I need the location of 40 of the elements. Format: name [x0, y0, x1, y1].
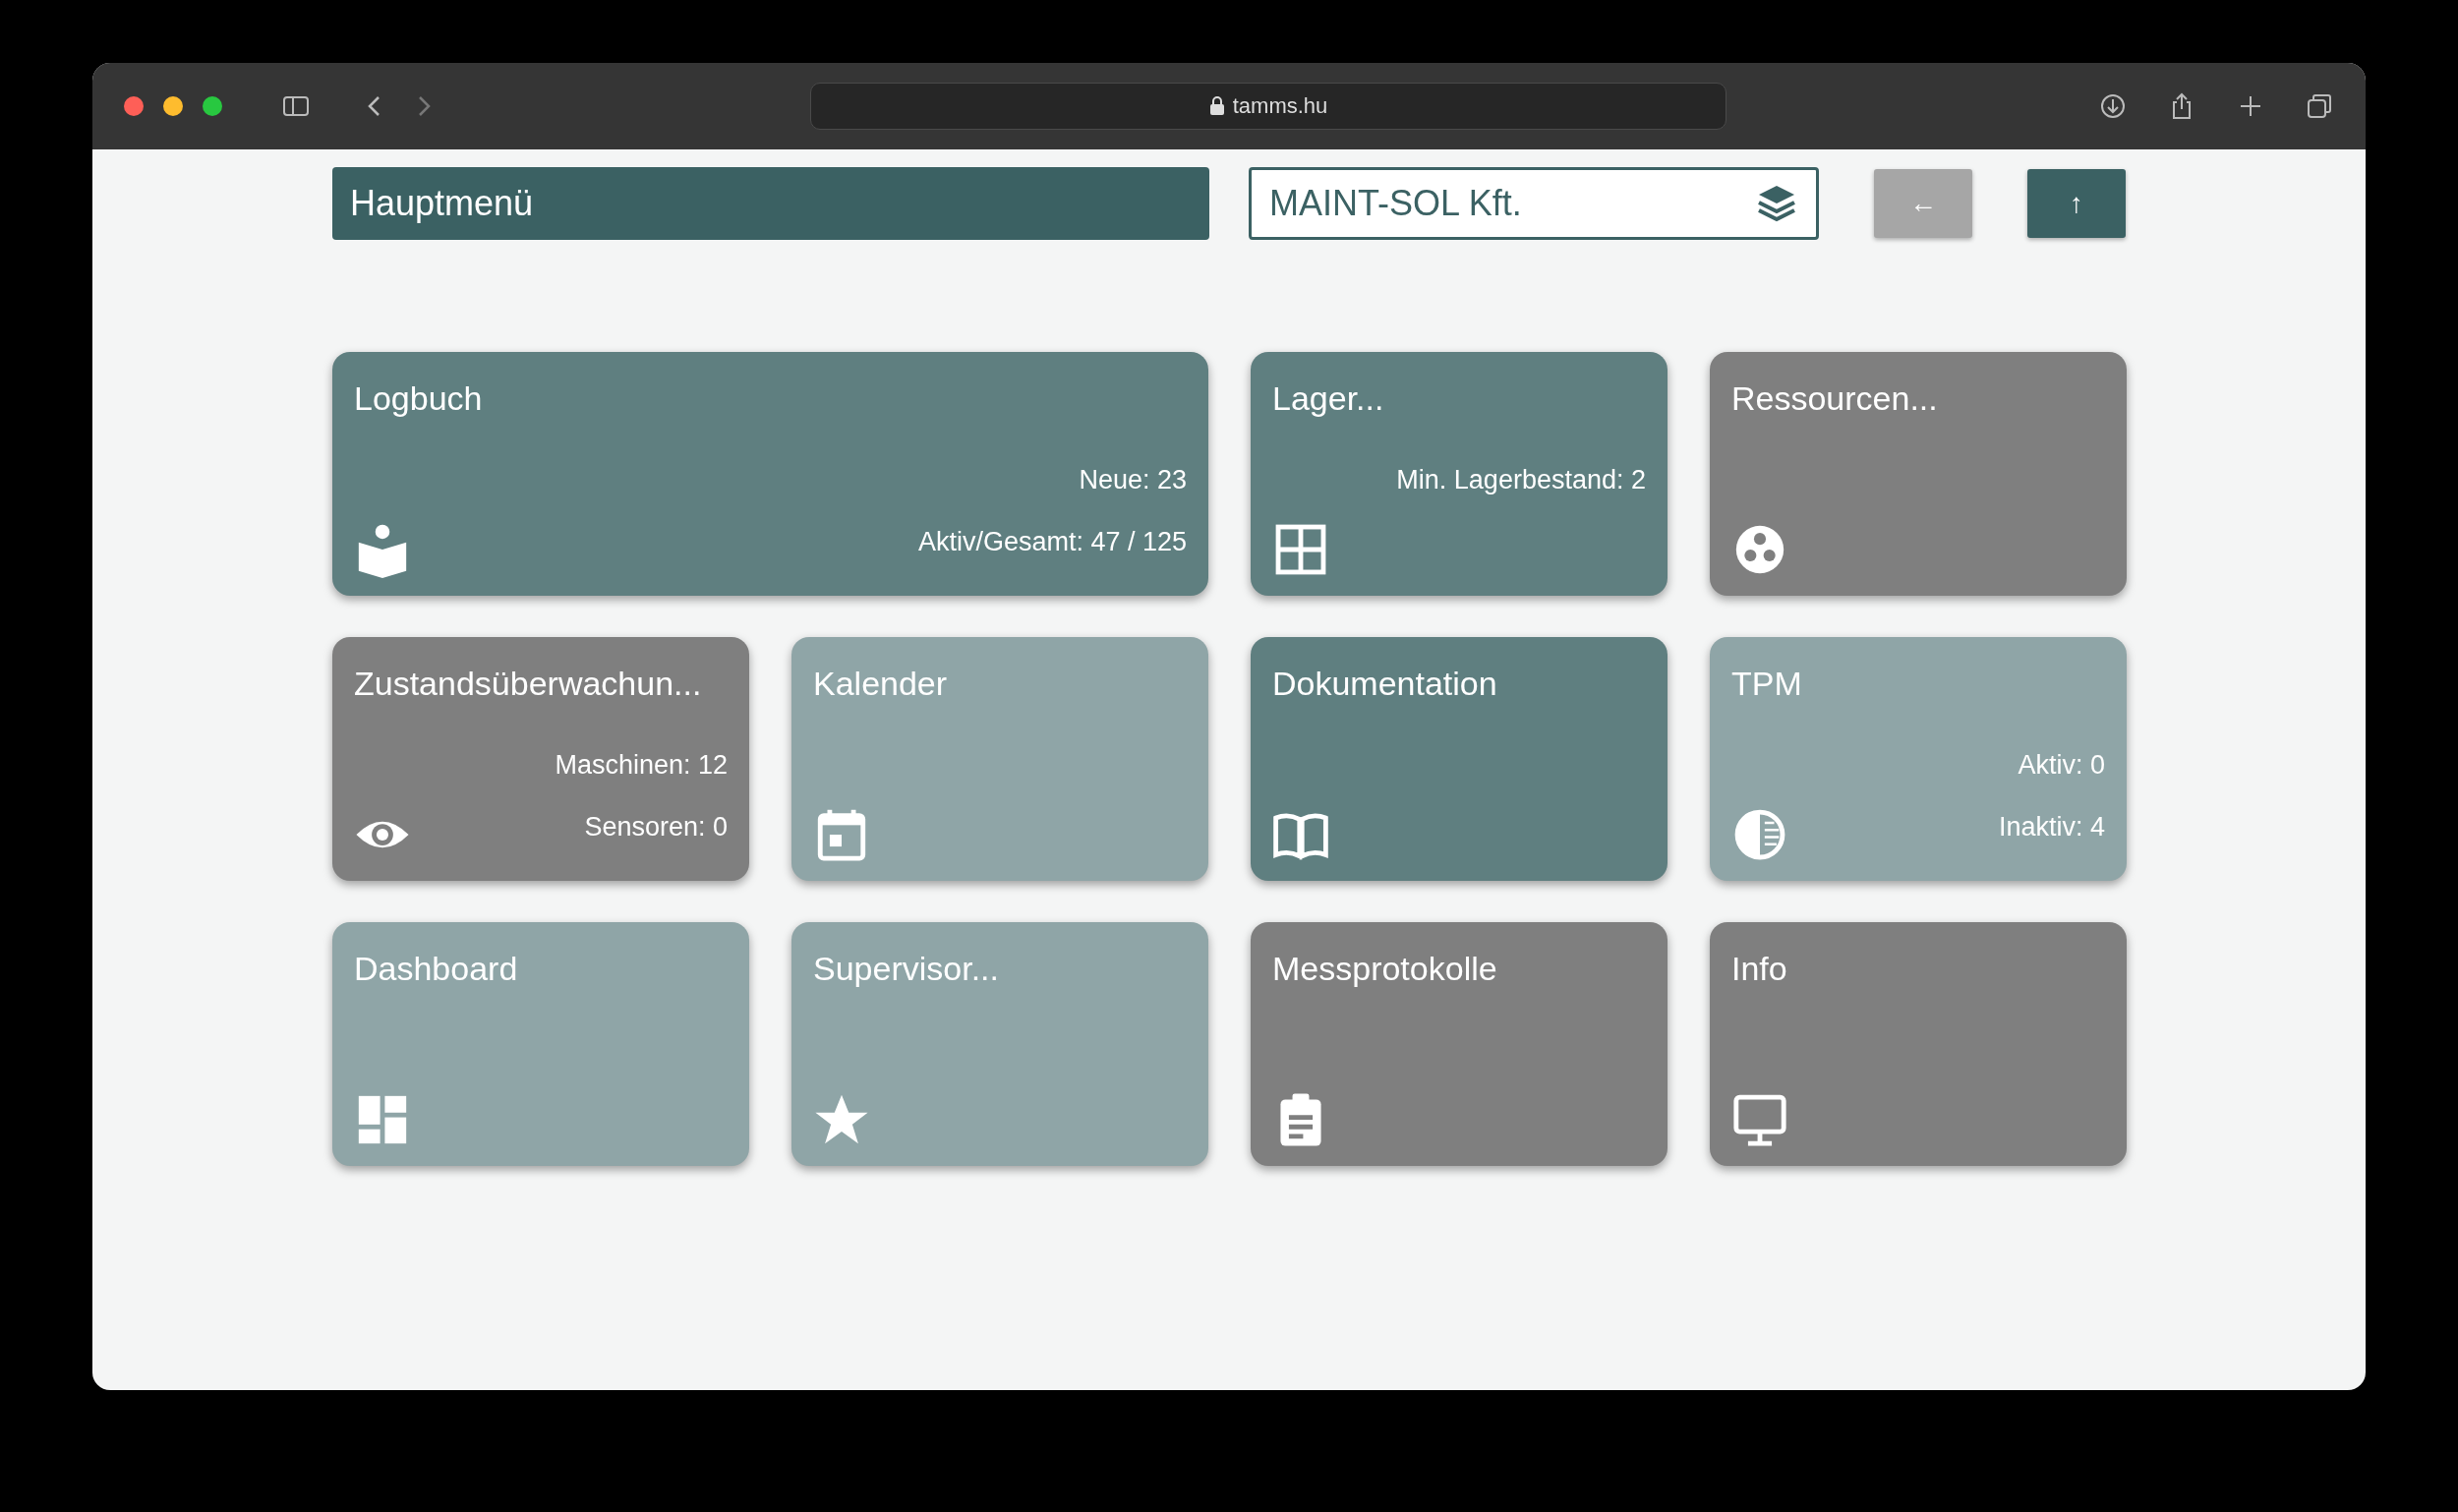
- menu-tile[interactable]: Zustandsüberwachun... Maschinen: 12 Sensoren: 0: [332, 637, 749, 881]
- menu-tile[interactable]: Lager... Min. Lagerbestand: 2: [1251, 352, 1668, 596]
- menu-tile[interactable]: Ressourcen...: [1710, 352, 2127, 596]
- lock-icon: [1208, 96, 1225, 116]
- menu-tile[interactable]: Messprotokolle: [1251, 922, 1668, 1166]
- menu-tile[interactable]: Dokumentation: [1251, 637, 1668, 881]
- menu-tile[interactable]: Dashboard: [332, 922, 749, 1166]
- company-field[interactable]: MAINT-SOL Kft.: [1249, 167, 1819, 240]
- tile-stat: Neue: 23: [1079, 465, 1187, 495]
- menu-tile[interactable]: TPM Aktiv: 0 Inaktiv: 4: [1710, 637, 2127, 881]
- tile-title: Supervisor...: [813, 950, 1000, 988]
- tile-stat: Sensoren: 0: [584, 812, 728, 843]
- tile-title: Logbuch: [354, 379, 484, 418]
- tile-title: TPM: [1731, 665, 1803, 703]
- page-title: Hauptmenü: [332, 167, 1209, 240]
- tile-title: Zustandsüberwachun...: [354, 665, 703, 703]
- up-button[interactable]: ↑: [2027, 169, 2126, 238]
- tabs-icon[interactable]: [2305, 91, 2334, 121]
- tile-title: Ressourcen...: [1731, 379, 1939, 418]
- menu-tile[interactable]: Kalender: [791, 637, 1208, 881]
- tile-stat: Aktiv: 0: [2018, 750, 2105, 781]
- tile-title: Info: [1731, 950, 1788, 988]
- tile-title: Dashboard: [354, 950, 519, 988]
- close-window-button[interactable]: [124, 96, 144, 116]
- url-text: tamms.hu: [1232, 93, 1328, 119]
- tile-stat: Min. Lagerbestand: 2: [1396, 465, 1646, 495]
- tile-title: Lager...: [1272, 379, 1385, 418]
- maximize-window-button[interactable]: [203, 96, 222, 116]
- menu-tile[interactable]: Supervisor...: [791, 922, 1208, 1166]
- tile-stat: Aktiv/Gesamt: 47 / 125: [917, 527, 1187, 557]
- address-bar[interactable]: tamms.hu: [810, 83, 1726, 130]
- tile-title: Dokumentation: [1272, 665, 1498, 703]
- menu-tile[interactable]: Logbuch Neue: 23 Aktiv/Gesamt: 47 / 125: [332, 352, 1208, 596]
- tile-title: Kalender: [813, 665, 949, 703]
- menu-tile[interactable]: Info: [1710, 922, 2127, 1166]
- tile-stat: Maschinen: 12: [555, 750, 728, 781]
- download-icon[interactable]: [2098, 91, 2128, 121]
- tile-stat: Inaktiv: 4: [1998, 812, 2105, 843]
- tile-title: Messprotokolle: [1272, 950, 1498, 988]
- minimize-window-button[interactable]: [163, 96, 183, 116]
